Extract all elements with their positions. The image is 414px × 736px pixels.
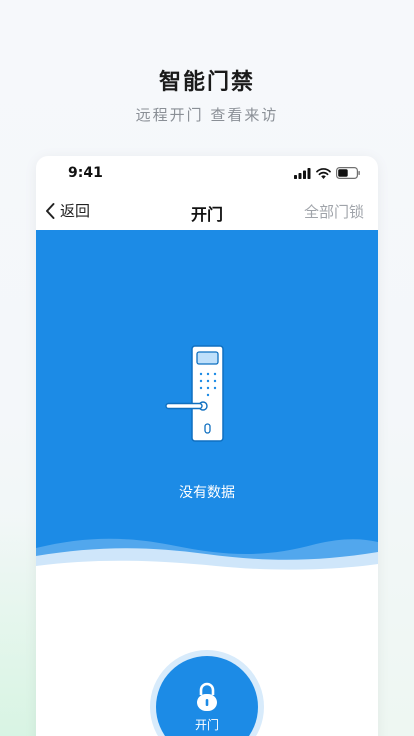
- all-locks-link[interactable]: 全部门锁: [304, 201, 364, 222]
- open-button-ring: 开门: [150, 650, 264, 736]
- padlock-icon: [197, 682, 217, 711]
- back-button[interactable]: 返回: [44, 200, 90, 221]
- page-subtitle: 远程开门 查看来访: [135, 106, 279, 124]
- chevron-left-icon: [46, 202, 55, 219]
- door-banner: 没有数据: [36, 230, 378, 590]
- status-bar: 9:41: [36, 156, 378, 190]
- open-door-button[interactable]: 开门: [156, 656, 258, 736]
- wifi-icon: [316, 167, 331, 179]
- door-lock-illustration: [165, 345, 224, 442]
- wave-decoration: [36, 538, 378, 590]
- phone-mockup: 9:41 返回 开门 全部门锁 没有数据 开门: [36, 156, 378, 736]
- status-icons: [294, 166, 360, 180]
- back-label: 返回: [60, 202, 91, 220]
- open-door-label: 开门: [194, 718, 219, 732]
- battery-icon: [336, 167, 360, 179]
- nav-bar: 返回 开门 全部门锁: [36, 194, 378, 230]
- status-time: 9:41: [68, 165, 103, 181]
- signal-icon: [294, 167, 311, 179]
- empty-state-text: 没有数据: [179, 485, 235, 501]
- page-title: 智能门禁: [158, 70, 255, 95]
